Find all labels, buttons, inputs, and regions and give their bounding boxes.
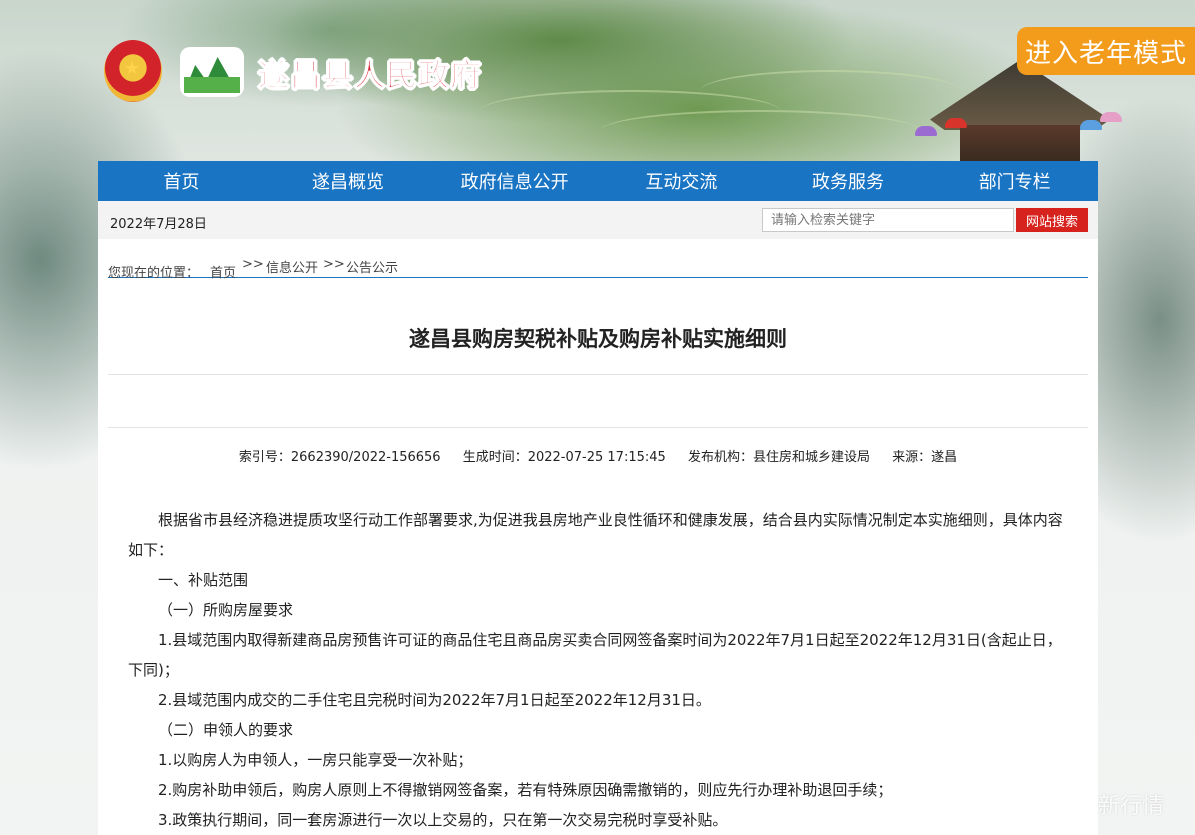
elder-mode-button[interactable]: 进入老年模式: [1017, 27, 1195, 75]
article-body: 根据省市县经济稳进提质攻坚行动工作部署要求,为促进我县房地产业良性循环和健康发展…: [128, 505, 1068, 835]
paragraph: 1.以购房人为申领人，一房只能享受一次补贴；: [158, 751, 473, 769]
meta-publisher: 发布机构：县住房和城乡建设局: [687, 450, 870, 465]
pavilion-body: [960, 125, 1080, 161]
paragraph: 3.政策执行期间，同一套房源进行一次以上交易的，只在第一次交易完税时享受补贴。: [158, 811, 728, 829]
breadcrumb: 您现在的位置： 首页 >> 信息公开 >> 公告公示: [108, 257, 1088, 281]
nav-item-services[interactable]: 政务服务: [765, 161, 932, 201]
paragraph: 1.县域范围内取得新建商品房预售许可证的商品住宅且商品房买卖合同网签备案时间为2…: [128, 631, 1062, 679]
umbrella-icon: [945, 118, 967, 128]
top-bar: 2022年7月28日 网站搜索: [98, 201, 1098, 239]
paragraph: 2.县域范围内成交的二手住宅且完税时间为2022年7月1日起至2022年12月3…: [158, 691, 711, 709]
meta-created-time: 生成时间：2022-07-25 17:15:45: [462, 450, 666, 465]
current-date: 2022年7月28日: [110, 217, 207, 232]
umbrella-icon: [1100, 112, 1122, 122]
umbrella-icon: [1080, 120, 1102, 130]
breadcrumb-separator: >>: [242, 257, 264, 272]
nav-item-interaction[interactable]: 互动交流: [598, 161, 765, 201]
breadcrumb-info[interactable]: 信息公开: [266, 257, 318, 276]
main-nav: 首页 遂昌概览 政府信息公开 互动交流 政务服务 部门专栏: [98, 161, 1098, 201]
paragraph: （二）申领人的要求: [158, 721, 294, 739]
nav-item-departments[interactable]: 部门专栏: [931, 161, 1098, 201]
content-panel: 2022年7月28日 网站搜索 您现在的位置： 首页 >> 信息公开 >> 公告…: [98, 201, 1098, 835]
paragraph: 一、补贴范围: [158, 571, 249, 589]
paragraph: 根据省市县经济稳进提质攻坚行动工作部署要求,为促进我县房地产业良性循环和健康发展…: [128, 511, 1063, 559]
umbrella-icon: [915, 126, 937, 136]
nav-item-overview[interactable]: 遂昌概览: [265, 161, 432, 201]
meta-source: 来源：遂昌: [892, 450, 958, 465]
meta-index-no: 索引号：2662390/2022-156656: [238, 450, 441, 465]
nav-item-home[interactable]: 首页: [98, 161, 265, 201]
divider: [108, 374, 1088, 375]
breadcrumb-prefix: 您现在的位置：: [108, 266, 200, 281]
breadcrumb-notices[interactable]: 公告公示: [346, 257, 398, 276]
article-meta: 索引号：2662390/2022-156656 生成时间：2022-07-25 …: [98, 446, 1098, 465]
search-input[interactable]: [762, 208, 1014, 232]
paragraph: 2.购房补助申领后，购房人原则上不得撤销网签备案，若有特殊原因确需撤销的，则应先…: [158, 781, 893, 799]
national-emblem-icon: ★: [104, 40, 162, 102]
paragraph: （一）所购房屋要求: [158, 601, 294, 619]
watermark-text: 新行情: [1098, 794, 1165, 819]
site-title[interactable]: 遂昌县人民政府: [258, 50, 482, 95]
nav-item-info-disclosure[interactable]: 政府信息公开: [431, 161, 598, 201]
mountain-logo-icon: [180, 47, 244, 97]
divider: [108, 427, 1088, 428]
terrace-line: [700, 70, 960, 112]
breadcrumb-separator: >>: [323, 257, 345, 272]
search-button[interactable]: 网站搜索: [1016, 208, 1088, 232]
terrace-line: [600, 110, 920, 152]
article-title: 遂昌县购房契税补贴及购房补贴实施细则: [409, 327, 787, 351]
breadcrumb-home[interactable]: 首页: [210, 262, 236, 281]
